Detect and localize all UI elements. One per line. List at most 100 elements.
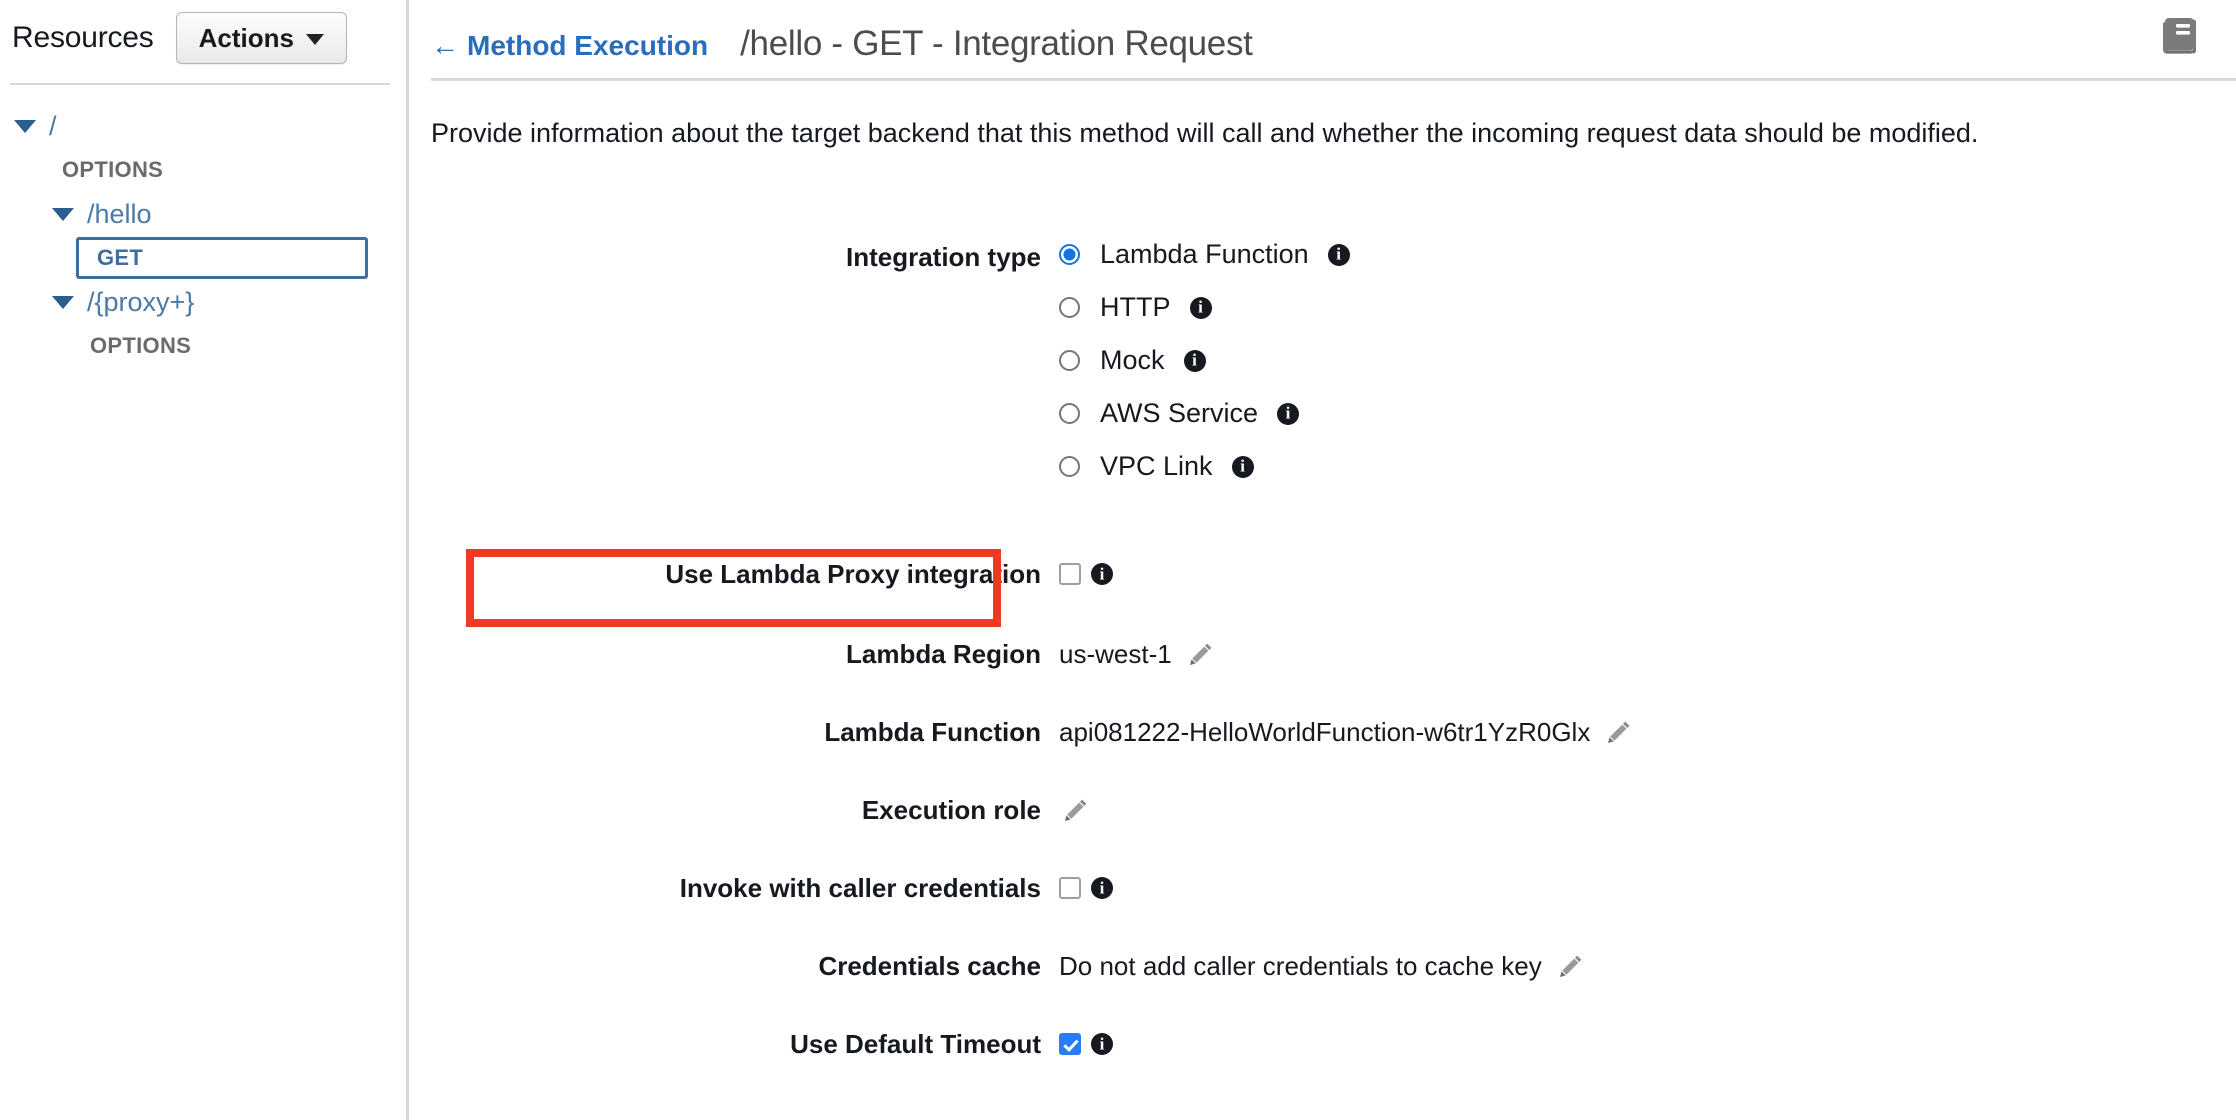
radio-option-aws-service[interactable]: AWS Service i — [1059, 387, 1350, 440]
sidebar-header: Resources Actions — [0, 0, 406, 64]
integration-type-radio-group: Lambda Function i HTTP i Mock i AWS Serv… — [1059, 228, 1350, 493]
info-icon-glyph: i — [1099, 1034, 1105, 1053]
page-description: Provide information about the target bac… — [431, 118, 1979, 148]
invoke-caller-credentials-value: i — [1059, 877, 1113, 899]
info-icon[interactable]: i — [1231, 455, 1254, 478]
radio-option-mock[interactable]: Mock i — [1059, 334, 1350, 387]
info-icon-glyph: i — [1240, 456, 1245, 476]
caret-down-icon[interactable] — [14, 119, 36, 133]
sidebar-divider — [10, 83, 390, 85]
tree-item-root-label[interactable]: / — [49, 111, 57, 142]
info-icon-glyph: i — [1099, 878, 1105, 897]
actions-button-label: Actions — [198, 22, 294, 53]
method-execution-back-label: Method Execution — [467, 30, 709, 61]
info-icon[interactable]: i — [1189, 296, 1212, 319]
execution-role-value-wrap — [1059, 797, 1089, 823]
radio-option-vpc-link[interactable]: VPC Link i — [1059, 440, 1350, 493]
radio-label-lambda-function: Lambda Function — [1100, 239, 1309, 269]
radio-label-vpc-link: VPC Link — [1100, 451, 1213, 481]
caret-down-icon[interactable] — [52, 207, 74, 221]
radio-aws-service[interactable] — [1059, 403, 1080, 424]
credentials-cache-value: Do not add caller credentials to cache k… — [1059, 950, 1542, 981]
lambda-region-value: us-west-1 — [1059, 638, 1172, 669]
checkbox-invoke-caller-credentials[interactable] — [1059, 877, 1081, 899]
form-row-invoke-caller-credentials: Invoke with caller credentials i — [409, 865, 2236, 911]
lambda-proxy-label: Use Lambda Proxy integration — [665, 558, 1041, 589]
tree-item-proxy[interactable]: /{proxy+} — [0, 280, 409, 324]
form-row-use-default-timeout: Use Default Timeout i — [409, 1021, 2236, 1067]
resources-sidebar: Resources Actions / OPTIONS /hello GET /… — [0, 0, 409, 1120]
radio-lambda-function[interactable] — [1059, 244, 1080, 265]
lambda-proxy-value: i — [1059, 563, 1113, 585]
form-row-lambda-proxy: Use Lambda Proxy integration i — [409, 549, 2236, 599]
arrow-left-icon: ← — [431, 30, 459, 61]
tree-item-proxy-options[interactable]: OPTIONS — [0, 324, 409, 368]
use-default-timeout-value: i — [1059, 1033, 1113, 1055]
form-row-integration-type: Integration type Lambda Function i HTTP … — [409, 228, 2236, 493]
radio-label-http: HTTP — [1100, 292, 1171, 322]
tree-item-proxy-label[interactable]: /{proxy+} — [87, 287, 194, 318]
radio-label-aws-service: AWS Service — [1100, 398, 1259, 428]
info-icon-glyph: i — [1099, 564, 1105, 583]
main-header: ← Method Execution /hello - GET - Integr… — [409, 0, 2236, 81]
info-icon[interactable]: i — [1183, 349, 1206, 372]
resource-tree: / OPTIONS /hello GET /{proxy+} OPTIONS — [0, 104, 409, 368]
form-row-lambda-function: Lambda Function api081222-HelloWorldFunc… — [409, 709, 2236, 755]
radio-http[interactable] — [1059, 297, 1080, 318]
checkbox-lambda-proxy[interactable] — [1059, 563, 1081, 585]
tree-item-hello-get[interactable]: GET — [0, 236, 409, 280]
info-icon-glyph: i — [1285, 403, 1291, 423]
info-icon[interactable]: i — [1091, 563, 1113, 585]
info-icon[interactable]: i — [1327, 243, 1350, 266]
form-row-credentials-cache: Credentials cache Do not add caller cred… — [409, 943, 2236, 989]
info-icon-glyph: i — [1192, 350, 1197, 370]
chevron-down-icon — [305, 34, 324, 45]
radio-option-lambda-function[interactable]: Lambda Function i — [1059, 228, 1350, 281]
radio-label-mock: Mock — [1100, 345, 1165, 375]
execution-role-label: Execution role — [861, 794, 1041, 825]
tree-item-root-options[interactable]: OPTIONS — [0, 148, 409, 192]
checkbox-use-default-timeout[interactable] — [1059, 1033, 1081, 1055]
tree-item-hello-label[interactable]: /hello — [87, 199, 152, 230]
tree-item-hello[interactable]: /hello — [0, 192, 409, 236]
main-panel: ← Method Execution /hello - GET - Integr… — [409, 0, 2236, 1120]
integration-type-label: Integration type — [845, 242, 1041, 272]
info-icon[interactable]: i — [1091, 877, 1113, 899]
radio-mock[interactable] — [1059, 350, 1080, 371]
lambda-region-value-wrap: us-west-1 — [1059, 639, 1214, 670]
form-row-execution-role: Execution role — [409, 787, 2236, 833]
header-divider — [431, 78, 2236, 81]
lambda-function-value: api081222-HelloWorldFunction-w6tr1YzR0Gl… — [1059, 716, 1591, 747]
use-default-timeout-label: Use Default Timeout — [790, 1028, 1041, 1059]
credentials-cache-label: Credentials cache — [818, 950, 1041, 981]
edit-pencil-icon[interactable] — [1063, 797, 1089, 823]
edit-pencil-icon[interactable] — [1188, 641, 1214, 667]
tree-item-root[interactable]: / — [0, 104, 409, 148]
radio-option-http[interactable]: HTTP i — [1059, 281, 1350, 334]
method-execution-back-link[interactable]: ← Method Execution — [431, 30, 708, 62]
form-row-lambda-region: Lambda Region us-west-1 — [409, 631, 2236, 677]
lambda-function-value-wrap: api081222-HelloWorldFunction-w6tr1YzR0Gl… — [1059, 717, 1632, 748]
tree-item-proxy-options-label[interactable]: OPTIONS — [90, 333, 191, 359]
info-icon[interactable]: i — [1277, 402, 1300, 425]
invoke-caller-credentials-label: Invoke with caller credentials — [679, 872, 1041, 903]
caret-down-icon[interactable] — [52, 295, 74, 309]
app-root: Resources Actions / OPTIONS /hello GET /… — [0, 0, 2236, 1120]
edit-pencil-icon[interactable] — [1606, 719, 1632, 745]
info-icon[interactable]: i — [1091, 1033, 1113, 1055]
credentials-cache-value-wrap: Do not add caller credentials to cache k… — [1059, 951, 1584, 982]
page-title: /hello - GET - Integration Request — [740, 24, 1253, 63]
actions-button[interactable]: Actions — [175, 12, 347, 64]
book-icon[interactable] — [2152, 10, 2204, 62]
info-icon-glyph: i — [1336, 244, 1341, 264]
radio-vpc-link[interactable] — [1059, 456, 1080, 477]
tree-item-root-options-label[interactable]: OPTIONS — [62, 157, 163, 183]
tree-item-hello-get-label[interactable]: GET — [97, 245, 143, 271]
integration-request-form: Integration type Lambda Function i HTTP … — [409, 228, 2236, 1067]
info-icon-glyph: i — [1198, 297, 1203, 317]
edit-pencil-icon[interactable] — [1558, 953, 1584, 979]
lambda-region-label: Lambda Region — [845, 638, 1041, 669]
resources-title: Resources — [12, 21, 154, 54]
tree-item-hello-get-box[interactable]: GET — [76, 237, 368, 279]
lambda-function-label: Lambda Function — [824, 716, 1041, 747]
